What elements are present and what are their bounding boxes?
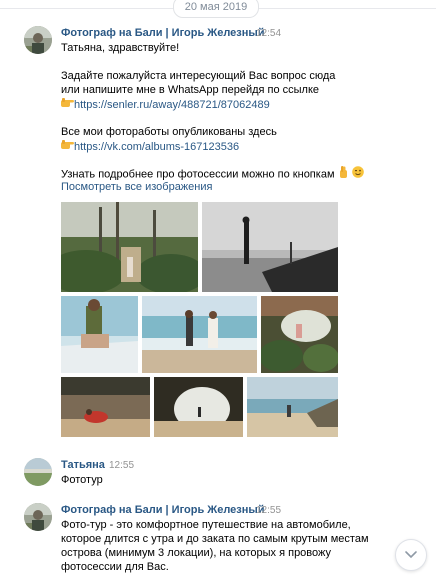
scroll-down-button[interactable] [395,539,427,571]
message-text: Задайте пожалуйста интересующий Вас вопр… [61,70,336,82]
sender-name[interactable]: Фотограф на Бали | Игорь Железный [61,504,265,516]
photo-bw-boat[interactable] [202,202,338,292]
whatsapp-link[interactable]: https://senler.ru/away/488721/87062489 [74,99,270,111]
backhand-index-pointing-right-icon [61,139,74,155]
sender-name[interactable]: Татьяна [61,459,105,471]
albums-link[interactable]: https://vk.com/albums-167123536 [74,141,239,153]
avatar-photographer[interactable] [24,26,52,54]
message-text: Татьяна, здравствуйте! [61,42,180,54]
fingers-crossed-icon [338,166,349,183]
message-text: фотосессии для Вас. [61,561,169,573]
message-text: которое длится с утра и до заката по сам… [61,533,369,545]
avatar-photographer[interactable] [24,503,52,531]
photo-cave-woman[interactable] [261,296,338,373]
message-text-content: Узнать подробнее про фотосессии можно по… [61,168,335,181]
date-pill: 20 мая 2019 [173,0,259,18]
message-text: острова (минимум 3 локации), на которых … [61,547,331,559]
message-time[interactable]: 12:54 [256,28,281,39]
sender-name[interactable]: Фотограф на Бали | Игорь Железный [61,27,265,39]
photo-rocky-shore[interactable] [247,377,338,437]
date-separator: 20 мая 2019 [0,0,436,18]
link-line: https://vk.com/albums-167123536 [61,139,239,155]
backhand-index-pointing-right-icon [61,97,74,113]
message-time[interactable]: 12:55 [109,460,134,471]
chevron-down-icon [404,550,418,563]
winking-face-icon [351,166,364,183]
photo-boat-woman[interactable] [61,296,138,373]
photo-jungle-ruins[interactable] [61,202,198,292]
message-text: Фото-тур - это комфортное путешествие на… [61,519,351,531]
see-more-row: Посмотреть все изображения [61,180,212,195]
message-time[interactable]: 12:55 [256,505,281,516]
photo-beach-arch[interactable] [154,377,243,437]
avatar-tatyana[interactable] [24,458,52,486]
photo-red-dress-cliff[interactable] [61,377,150,437]
message-text: или напишите мне в WhatsApp перейдя по с… [61,84,320,96]
photo-beach-couple[interactable] [142,296,257,373]
message-text: Фототур [61,474,103,486]
see-all-images-link[interactable]: Посмотреть все изображения [61,181,212,193]
message-text: Все мои фотоработы опубликованы здесь [61,126,277,138]
link-line: https://senler.ru/away/488721/87062489 [61,97,270,113]
